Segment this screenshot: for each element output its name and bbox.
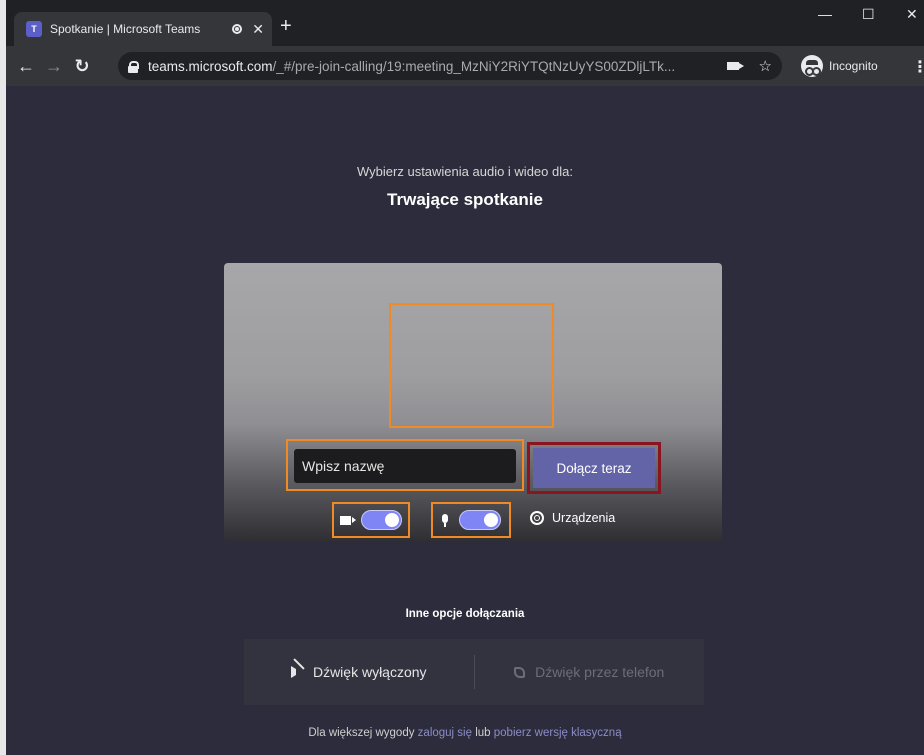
teams-icon: T xyxy=(26,21,42,37)
bookmark-star-icon[interactable]: ☆ xyxy=(759,57,772,75)
forward-arrow-icon[interactable]: → xyxy=(40,56,68,77)
gear-icon xyxy=(530,511,544,525)
minimize-icon[interactable]: — xyxy=(818,6,832,22)
face-highlight-box xyxy=(389,303,554,428)
video-preview: Dołącz teraz Urządzenia xyxy=(224,263,722,541)
browser-toolbar: ← → ↻ teams.microsoft.com/_#/pre-join-ca… xyxy=(6,46,924,86)
maximize-icon[interactable]: ☐ xyxy=(862,6,875,23)
lock-icon xyxy=(128,60,139,73)
login-link[interactable]: zaloguj się xyxy=(418,727,472,739)
microphone-toggle[interactable] xyxy=(459,510,501,530)
phone-audio-option[interactable]: Dźwięk przez telefon xyxy=(475,639,705,705)
footer-prefix: Dla większej wygody xyxy=(308,727,418,739)
speaker-off-icon xyxy=(290,666,303,678)
address-bar[interactable]: teams.microsoft.com/_#/pre-join-calling/… xyxy=(118,52,782,80)
browser-tab[interactable]: T Spotkanie | Microsoft Teams ✕ xyxy=(14,12,272,46)
other-join-options: Dźwięk wyłączony Dźwięk przez telefon xyxy=(244,639,704,705)
camera-in-use-icon[interactable] xyxy=(726,62,744,70)
new-tab-button[interactable]: + xyxy=(280,15,292,38)
join-highlight-box: Dołącz teraz xyxy=(527,442,661,494)
incognito-label: Incognito xyxy=(829,59,878,73)
reload-icon[interactable]: ↻ xyxy=(68,56,96,77)
back-arrow-icon[interactable]: ← xyxy=(12,56,40,77)
browser-menu-icon[interactable]: ⋮ xyxy=(912,57,924,77)
join-now-button[interactable]: Dołącz teraz xyxy=(533,448,655,488)
download-desktop-link[interactable]: pobierz wersję klasyczną xyxy=(494,727,622,739)
tab-title: Spotkanie | Microsoft Teams xyxy=(50,22,201,36)
prejoin-subtitle: Wybierz ustawienia audio i wideo dla: xyxy=(357,164,573,179)
close-window-icon[interactable]: ✕ xyxy=(906,6,918,23)
camera-toggle[interactable] xyxy=(360,510,402,530)
name-highlight-box xyxy=(286,439,524,491)
audio-off-option[interactable]: Dźwięk wyłączony xyxy=(244,639,474,705)
microphone-icon xyxy=(441,513,449,527)
name-input[interactable] xyxy=(294,449,516,483)
recording-icon xyxy=(232,24,243,34)
devices-button[interactable]: Urządzenia xyxy=(530,511,615,525)
meeting-title: Trwające spotkanie xyxy=(387,190,543,209)
devices-label: Urządzenia xyxy=(552,511,616,525)
footer-text: Dla większej wygody zaloguj się lub pobi… xyxy=(6,727,924,739)
browser-window: T Spotkanie | Microsoft Teams ✕ + — ☐ ✕ … xyxy=(0,0,924,755)
phone-icon xyxy=(514,666,526,678)
other-join-options-title: Inne opcje dołączania xyxy=(405,608,525,620)
url-text: teams.microsoft.com/_#/pre-join-calling/… xyxy=(148,58,676,74)
camera-icon xyxy=(340,515,356,525)
microphone-control-box xyxy=(431,502,511,538)
footer-middle: lub xyxy=(472,727,494,739)
incognito-icon xyxy=(801,55,823,77)
phone-audio-label: Dźwięk przez telefon xyxy=(535,664,665,680)
teams-prejoin-page: Wybierz ustawienia audio i wideo dla: Tr… xyxy=(6,86,924,755)
title-bar: T Spotkanie | Microsoft Teams ✕ + — ☐ ✕ xyxy=(6,0,924,46)
incognito-indicator[interactable]: Incognito xyxy=(801,55,878,77)
close-tab-icon[interactable]: ✕ xyxy=(252,21,264,38)
camera-control-box xyxy=(332,502,410,538)
audio-off-label: Dźwięk wyłączony xyxy=(312,664,427,680)
